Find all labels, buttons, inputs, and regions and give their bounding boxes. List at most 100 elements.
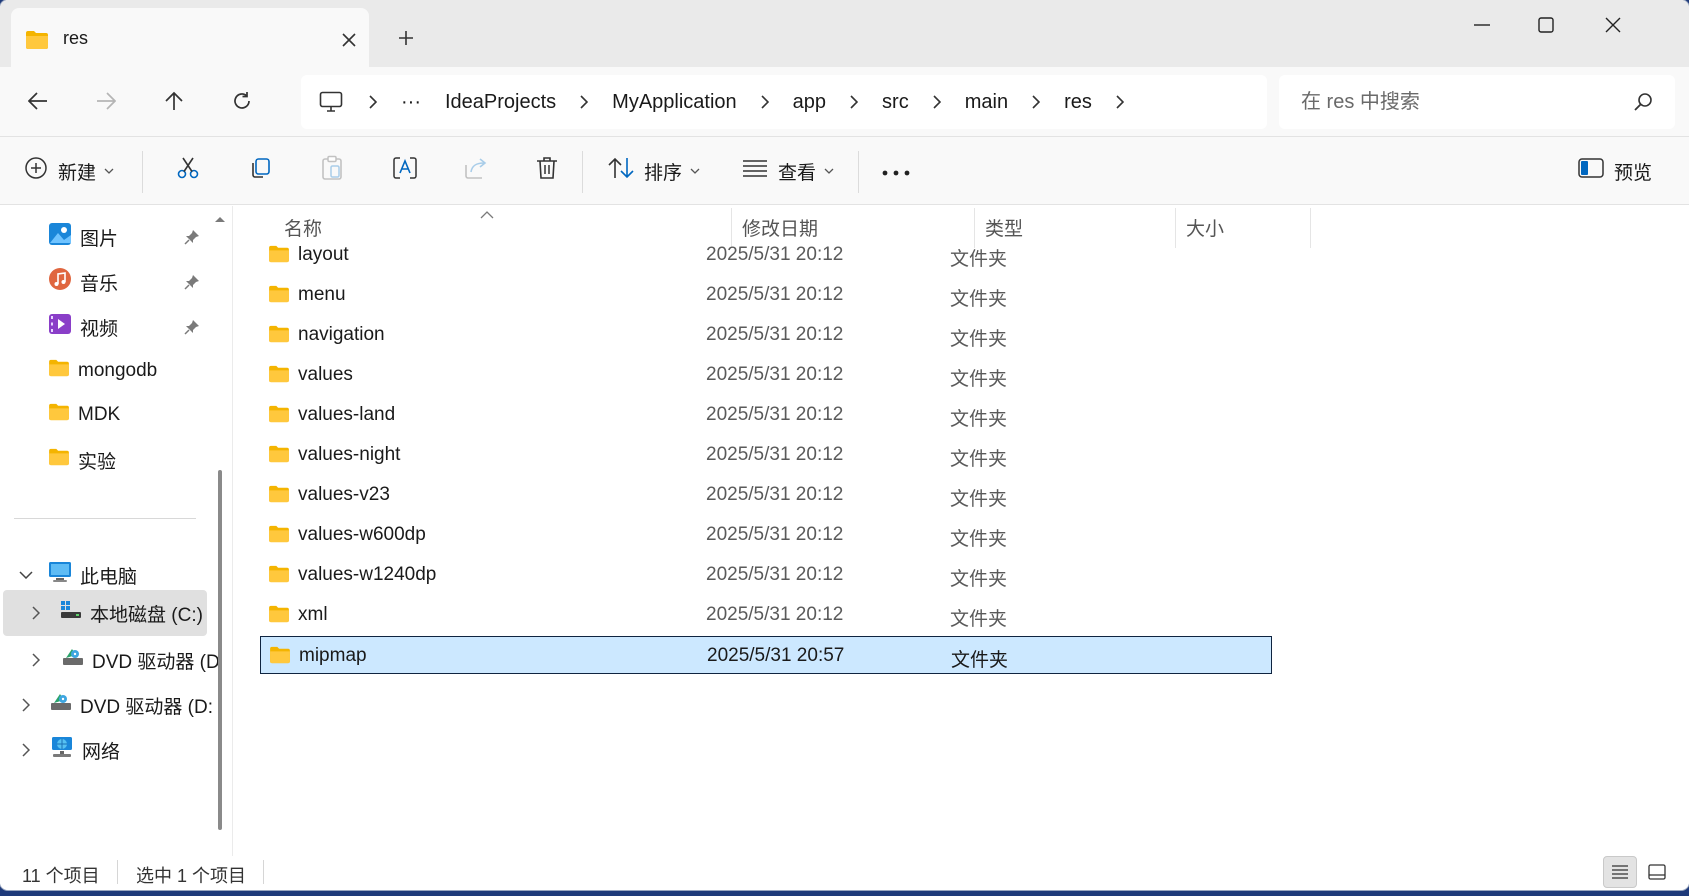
close-window-button[interactable]: [1578, 0, 1648, 50]
tiles-view-button[interactable]: [1640, 856, 1674, 888]
scroll-up-icon[interactable]: [214, 210, 226, 228]
folder-icon: [268, 325, 290, 349]
breadcrumb-overflow[interactable]: ···: [389, 91, 433, 114]
table-row[interactable]: values 2025/5/31 20:12 文件夹: [260, 356, 1272, 394]
copy-icon: [248, 156, 272, 186]
chevron-right-icon[interactable]: [28, 652, 44, 668]
table-row[interactable]: xml 2025/5/31 20:12 文件夹: [260, 596, 1272, 634]
preview-pane-button[interactable]: 预览: [1570, 147, 1660, 195]
chevron-right-icon[interactable]: [1104, 95, 1136, 109]
sidebar-divider: [14, 518, 196, 519]
search-icon[interactable]: [1633, 92, 1653, 117]
file-date: 2025/5/31 20:12: [706, 244, 844, 265]
close-tab-icon[interactable]: [331, 22, 367, 58]
table-row[interactable]: menu 2025/5/31 20:12 文件夹: [260, 276, 1272, 314]
chevron-right-icon[interactable]: [749, 95, 781, 109]
chevron-down-icon[interactable]: [18, 567, 34, 583]
table-row[interactable]: values-land 2025/5/31 20:12 文件夹: [260, 396, 1272, 434]
file-date: 2025/5/31 20:12: [706, 604, 844, 625]
sidebar-item-mongodb[interactable]: mongodb: [48, 349, 157, 393]
sidebar-item-experiment[interactable]: 实验: [48, 438, 116, 482]
maximize-button[interactable]: [1511, 0, 1581, 50]
folder-icon: [268, 485, 290, 509]
minimize-button[interactable]: [1447, 0, 1517, 50]
music-icon: [48, 267, 72, 297]
table-row[interactable]: values-v23 2025/5/31 20:12 文件夹: [260, 476, 1272, 514]
file-type: 文件夹: [950, 609, 1008, 630]
chevron-right-icon[interactable]: [568, 95, 600, 109]
breadcrumb-myapplication[interactable]: MyApplication: [600, 91, 749, 114]
chevron-right-icon[interactable]: [18, 697, 34, 713]
refresh-button[interactable]: [220, 79, 264, 123]
tab-title: res: [63, 28, 89, 48]
breadcrumb-src[interactable]: src: [870, 91, 921, 114]
breadcrumb-res[interactable]: res: [1052, 91, 1104, 114]
view-button[interactable]: 查看: [734, 147, 842, 195]
folder-icon: [268, 365, 290, 389]
cut-button[interactable]: [168, 147, 208, 195]
chevron-right-icon[interactable]: [18, 742, 34, 758]
sidebar-item-videos[interactable]: 视频: [48, 305, 218, 349]
new-tab-button[interactable]: [388, 20, 424, 56]
details-view-button[interactable]: [1603, 856, 1637, 888]
dvd-drive-icon: [62, 647, 84, 673]
up-button[interactable]: [152, 79, 196, 123]
search-box[interactable]: [1279, 75, 1675, 129]
sidebar-item-dvd-drive-outer[interactable]: DVD 驱动器 (D:: [50, 683, 213, 727]
sidebar-item-dvd-drive-inner[interactable]: DVD 驱动器 (D: [62, 638, 220, 682]
new-button[interactable]: 新建: [16, 147, 122, 195]
address-bar[interactable]: ··· IdeaProjects MyApplication app src m…: [301, 75, 1267, 129]
pin-icon[interactable]: [184, 319, 200, 341]
sidebar-item-music[interactable]: 音乐: [48, 260, 218, 304]
file-name: values: [298, 364, 353, 385]
file-date: 2025/5/31 20:12: [706, 364, 844, 385]
chevron-right-icon[interactable]: [921, 95, 953, 109]
sidebar-scrollbar[interactable]: [218, 470, 222, 830]
dvd-drive-icon: [50, 692, 72, 718]
pin-icon[interactable]: [184, 274, 200, 296]
back-button[interactable]: [16, 79, 60, 123]
breadcrumb-ideaprojects[interactable]: IdeaProjects: [433, 91, 568, 114]
chevron-right-icon[interactable]: [1020, 95, 1052, 109]
table-row[interactable]: layout 2025/5/31 20:12 文件夹: [260, 236, 1272, 274]
file-date: 2025/5/31 20:12: [706, 404, 844, 425]
chevron-right-icon[interactable]: [838, 95, 870, 109]
rename-button[interactable]: [384, 147, 426, 195]
chevron-right-icon[interactable]: [28, 605, 44, 621]
new-label: 新建: [58, 162, 97, 184]
file-date: 2025/5/31 20:12: [706, 524, 844, 545]
forward-button[interactable]: [84, 79, 128, 123]
sidebar-item-mdk[interactable]: MDK: [48, 393, 120, 437]
table-row[interactable]: mipmap 2025/5/31 20:57 文件夹: [260, 636, 1272, 674]
file-name: values-w600dp: [298, 524, 426, 545]
delete-button[interactable]: [528, 147, 566, 195]
chevron-down-icon: [690, 168, 700, 174]
pane-divider[interactable]: [232, 206, 233, 856]
share-button[interactable]: [456, 147, 496, 195]
breadcrumb-app[interactable]: app: [781, 91, 838, 114]
navigation-bar: ··· IdeaProjects MyApplication app src m…: [0, 67, 1689, 136]
table-row[interactable]: navigation 2025/5/31 20:12 文件夹: [260, 316, 1272, 354]
search-input[interactable]: [1301, 90, 1621, 114]
table-row[interactable]: values-w1240dp 2025/5/31 20:12 文件夹: [260, 556, 1272, 594]
chevron-right-icon[interactable]: [357, 95, 389, 109]
table-row[interactable]: values-w600dp 2025/5/31 20:12 文件夹: [260, 516, 1272, 554]
preview-pane-icon: [1578, 158, 1604, 184]
pin-icon[interactable]: [184, 229, 200, 251]
breadcrumb-main[interactable]: main: [953, 91, 1020, 114]
copy-button[interactable]: [240, 147, 280, 195]
sidebar-item-pictures[interactable]: 图片: [48, 215, 218, 259]
sidebar-item-network[interactable]: 网络: [50, 728, 120, 772]
file-type: 文件夹: [950, 489, 1008, 510]
more-icon: [882, 160, 910, 182]
file-type: 文件夹: [950, 529, 1008, 550]
paste-button[interactable]: [312, 147, 352, 195]
sidebar-item-local-disk-c[interactable]: 本地磁盘 (C:): [60, 591, 203, 635]
more-options-button[interactable]: [874, 147, 918, 195]
computer-icon[interactable]: [319, 91, 357, 113]
folder-icon: [268, 445, 290, 469]
tab-res[interactable]: res: [11, 8, 369, 67]
sidebar-item-label: 音乐: [80, 273, 119, 295]
table-row[interactable]: values-night 2025/5/31 20:12 文件夹: [260, 436, 1272, 474]
sort-button[interactable]: 排序: [600, 147, 708, 195]
